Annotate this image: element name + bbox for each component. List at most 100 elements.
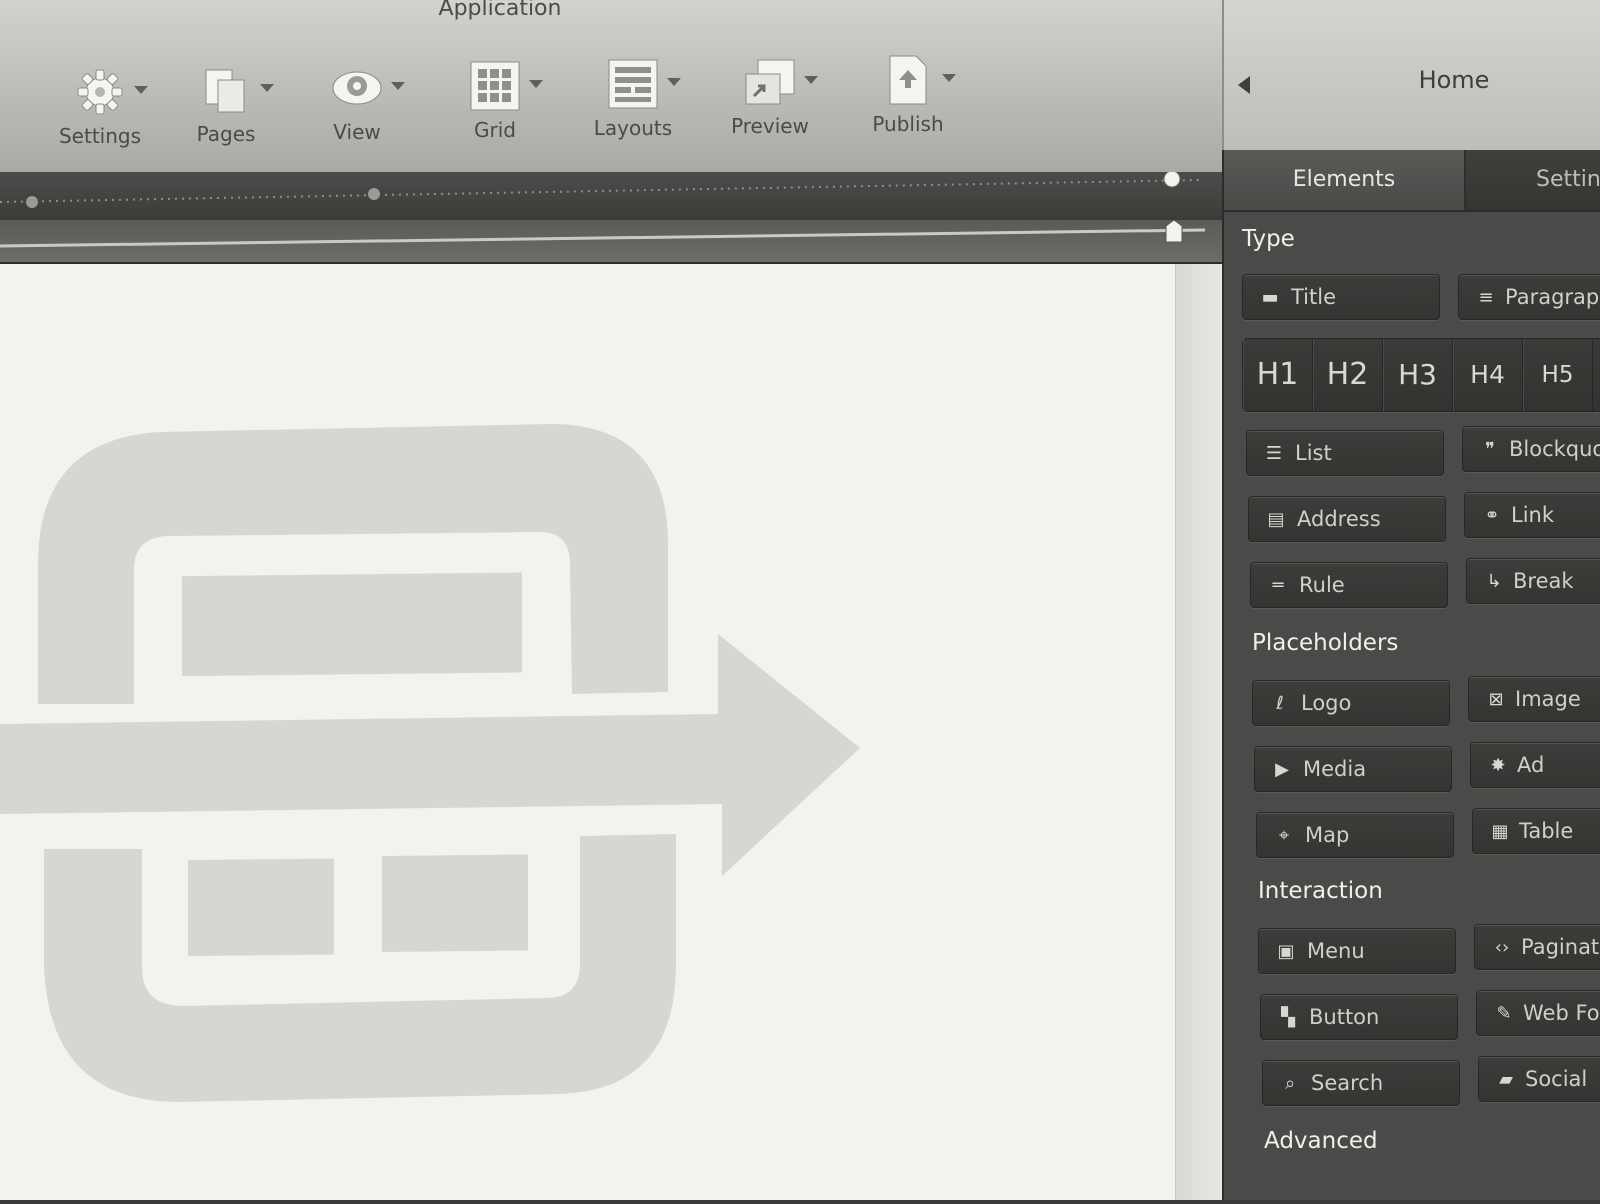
zoom-slider[interactable] (0, 219, 1222, 264)
chevron-down-icon (667, 78, 681, 86)
search-button[interactable]: ⌕ Search (1262, 1060, 1460, 1106)
pages-button[interactable]: Pages (166, 56, 286, 156)
ad-button[interactable]: ✸ Ad (1470, 742, 1600, 788)
eye-icon (332, 71, 382, 105)
preview-button[interactable]: Preview (710, 48, 830, 148)
logo-button[interactable]: ℓ Logo (1252, 680, 1450, 726)
timeline-dots (0, 170, 1201, 208)
map-button-label: Map (1305, 823, 1350, 847)
section-heading-placeholders: Placeholders (1252, 630, 1399, 656)
ad-button-label: Ad (1517, 753, 1545, 777)
view-label: View (333, 120, 381, 144)
layouts-button[interactable]: Layouts (573, 50, 693, 150)
tab-settings[interactable]: Settin (1466, 150, 1600, 210)
elements-panel: Elements Settin Type ▬ Title ≡ Paragrapl H… (1222, 150, 1600, 1200)
cursor-button-icon: ▚ (1281, 1007, 1295, 1028)
rule-button-label: Rule (1299, 573, 1345, 597)
timeline-keyframe[interactable] (26, 196, 38, 208)
button-element-button[interactable]: ▚ Button (1260, 994, 1458, 1040)
menu-icon: ▣ (1277, 941, 1295, 962)
table-button[interactable]: ▦ Table (1472, 808, 1600, 854)
h1-button[interactable]: H1 (1243, 339, 1313, 411)
chevron-down-icon (134, 86, 148, 94)
web-form-button-label: Web Fo (1523, 1001, 1600, 1025)
canvas-scrollbar[interactable] (1175, 264, 1223, 1200)
window-title: Application (438, 0, 562, 21)
preview-label: Preview (731, 114, 809, 138)
media-button[interactable]: ▶ Media (1254, 746, 1452, 792)
blockquote-button-label: Blockquo (1509, 437, 1600, 461)
angle-brackets-icon: ‹› (1494, 937, 1510, 958)
chevron-down-icon (804, 76, 818, 84)
section-heading-advanced: Advanced (1264, 1128, 1378, 1154)
toolbar: Application Settings Pages View Grid Lay… (0, 0, 1222, 173)
title-button-label: Title (1291, 285, 1337, 309)
break-button[interactable]: ↳ Break (1466, 558, 1600, 604)
grid-icon (470, 61, 520, 111)
preview-icon (745, 59, 795, 105)
break-arrow-icon: ↳ (1486, 571, 1502, 592)
tab-elements[interactable]: Elements (1224, 150, 1466, 210)
slider-track (0, 219, 1206, 248)
settings-label: Settings (58, 124, 142, 148)
timeline-keyframe[interactable] (368, 188, 380, 200)
h5-button[interactable]: H5 (1523, 339, 1593, 411)
social-button[interactable]: ▰ Social (1478, 1056, 1600, 1102)
pages-icon (205, 69, 245, 113)
table-icon: ▦ (1491, 821, 1509, 842)
view-button[interactable]: View (297, 54, 417, 154)
address-button[interactable]: ▤ Address (1248, 496, 1446, 542)
button-element-label: Button (1309, 1005, 1380, 1029)
slider-handle[interactable] (1165, 219, 1183, 243)
break-button-label: Break (1513, 569, 1574, 593)
section-heading-interaction: Interaction (1258, 878, 1383, 904)
gear-icon (77, 69, 123, 115)
search-icon: ⌕ (1284, 1073, 1296, 1094)
list-icon: ☰ (1265, 443, 1283, 464)
panel-header: Home (1222, 0, 1600, 150)
h4-button[interactable]: H4 (1453, 339, 1523, 411)
back-arrow-icon[interactable] (1238, 76, 1250, 94)
quote-icon: ❞ (1485, 439, 1495, 460)
address-book-icon: ▤ (1267, 509, 1285, 530)
map-button[interactable]: ⌖ Map (1256, 812, 1454, 858)
image-button-label: Image (1515, 687, 1581, 711)
layouts-icon (608, 59, 658, 109)
design-canvas[interactable] (0, 264, 1175, 1200)
address-button-label: Address (1297, 507, 1381, 531)
pencil-icon: ✎ (1496, 1003, 1512, 1024)
web-form-button[interactable]: ✎ Web Fo (1476, 990, 1600, 1036)
publish-label: Publish (872, 112, 944, 136)
settings-button[interactable]: Settings (40, 58, 160, 158)
grid-button[interactable]: Grid (435, 52, 555, 152)
grid-label: Grid (474, 118, 516, 142)
paragraph-icon: ≡ (1478, 287, 1494, 308)
chevron-down-icon (529, 80, 543, 88)
pagination-button[interactable]: ‹› Paginati (1474, 924, 1600, 970)
logo-placeholder-graphic (0, 424, 860, 1102)
paragraph-button[interactable]: ≡ Paragrapl (1458, 274, 1600, 320)
pagination-button-label: Paginati (1521, 935, 1600, 959)
list-button[interactable]: ☰ List (1246, 430, 1444, 476)
timeline-keyframe[interactable] (1163, 170, 1181, 188)
chevron-down-icon (260, 84, 274, 92)
list-button-label: List (1295, 441, 1332, 465)
title-button[interactable]: ▬ Title (1242, 274, 1440, 320)
media-button-label: Media (1303, 757, 1367, 781)
blockquote-button[interactable]: ❞ Blockquo (1462, 426, 1600, 472)
publish-button[interactable]: Publish (848, 46, 968, 146)
rule-icon: ═ (1272, 575, 1284, 596)
link-button[interactable]: ⚭ Link (1464, 492, 1600, 538)
menu-button[interactable]: ▣ Menu (1258, 928, 1456, 974)
rule-button[interactable]: ═ Rule (1250, 562, 1448, 608)
speech-bubble-icon: ▰ (1499, 1069, 1513, 1090)
heading-level-group: H1 H2 H3 H4 H5 (1242, 338, 1600, 412)
h3-button[interactable]: H3 (1383, 339, 1453, 411)
h2-button[interactable]: H2 (1313, 339, 1383, 411)
panel-title: Home (1418, 66, 1490, 94)
image-button[interactable]: ⊠ Image (1468, 676, 1600, 722)
image-icon: ⊠ (1488, 689, 1504, 710)
search-button-label: Search (1311, 1071, 1384, 1095)
timeline-track[interactable] (0, 170, 1222, 220)
logo-icon: ℓ (1276, 693, 1284, 714)
